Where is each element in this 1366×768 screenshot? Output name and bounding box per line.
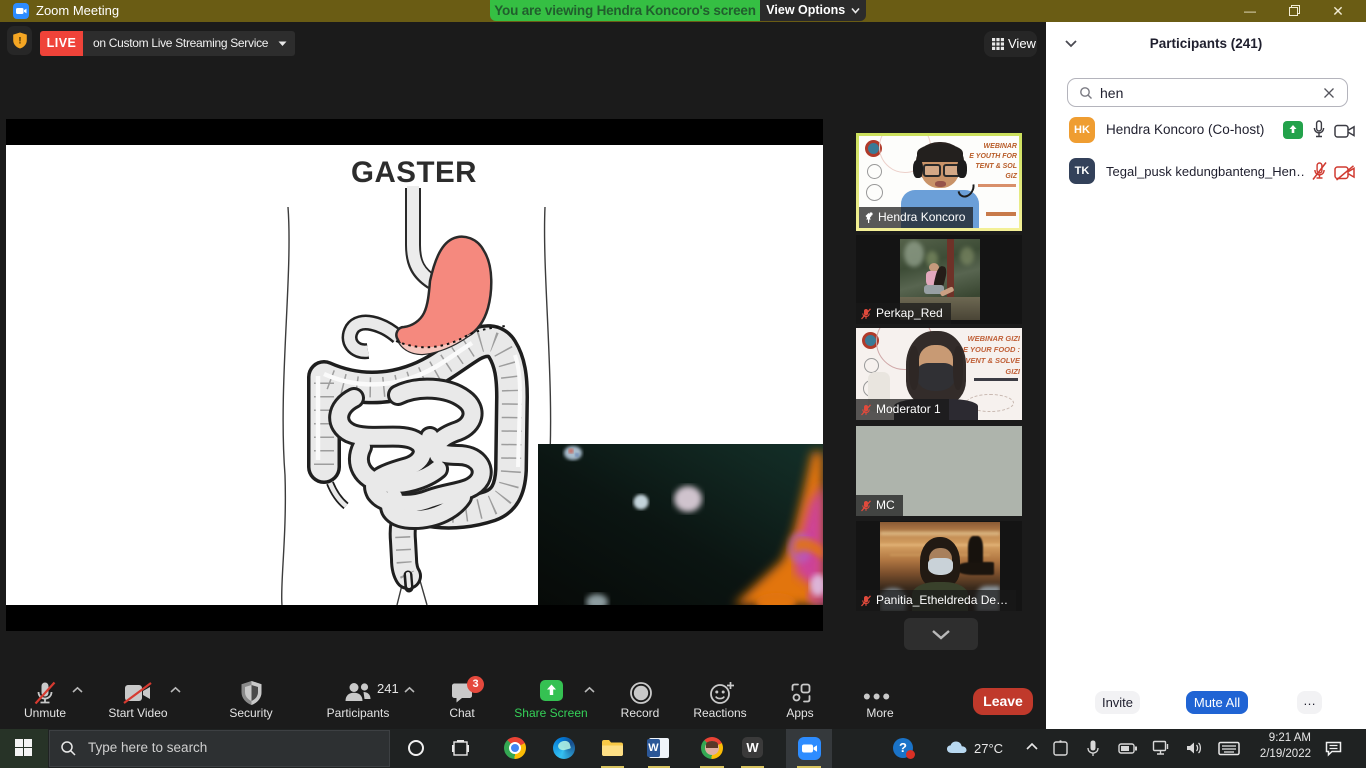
svg-text:GASTER: GASTER: [351, 156, 477, 189]
svg-text:!: !: [18, 36, 21, 47]
